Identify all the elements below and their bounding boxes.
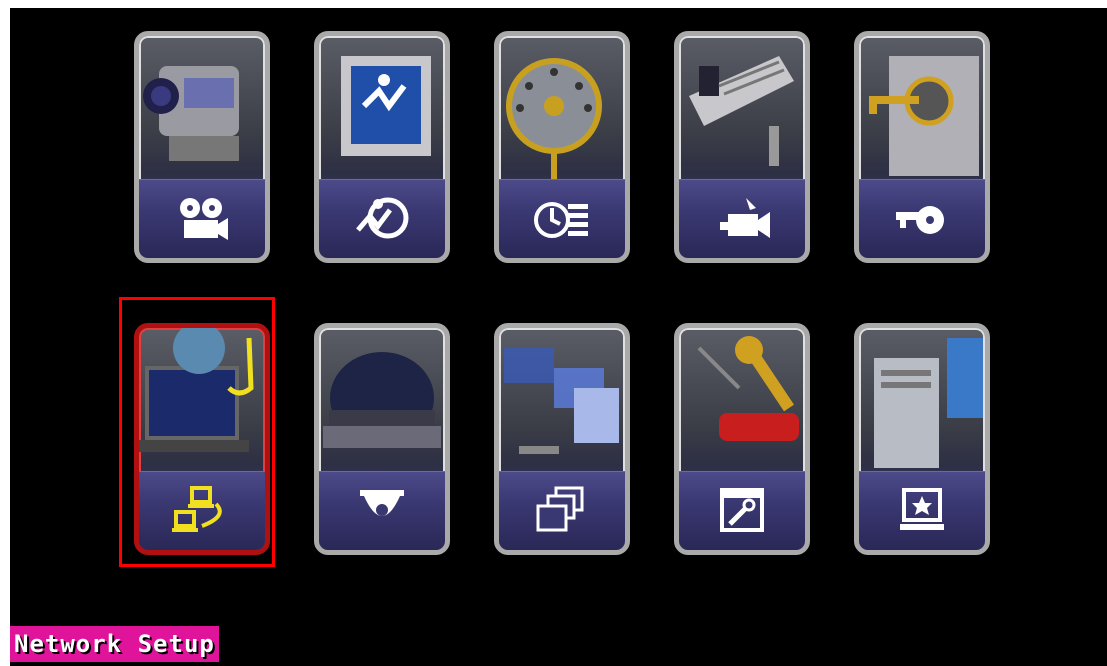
system-monitor-icon [900, 488, 944, 530]
key-icon [896, 206, 944, 234]
tile-system-tools[interactable] [674, 323, 810, 555]
selection-highlight [119, 297, 275, 567]
folders-icon [536, 486, 584, 532]
selected-menu-label: Network Setup [10, 626, 219, 662]
computer-tower-illustration [874, 338, 983, 468]
bullet-camera-illustration [689, 56, 794, 166]
dome-camera-icon [360, 490, 404, 516]
schedule-icon [534, 202, 588, 238]
dome-camera-illustration [323, 352, 441, 448]
tile-schedule[interactable] [494, 31, 630, 263]
windows-stack-illustration [504, 348, 619, 454]
tile-motion-detection[interactable] [314, 31, 450, 263]
tile-password[interactable] [854, 31, 990, 263]
settings-tools-icon [720, 488, 764, 532]
tile-record-setup[interactable] [134, 31, 270, 263]
safe-lock-illustration [869, 56, 979, 176]
video-camera-illustration [143, 66, 239, 161]
tile-ptz-setup[interactable] [314, 323, 450, 555]
clock-dial-illustration [506, 58, 602, 181]
motion-icon [356, 197, 409, 239]
camera-icon [720, 198, 770, 238]
tile-system-info[interactable] [854, 323, 990, 555]
tile-camera-setup[interactable] [674, 31, 810, 263]
tile-file-management[interactable] [494, 323, 630, 555]
tools-illustration [697, 336, 799, 441]
motion-monitor-illustration [341, 56, 431, 156]
film-camera-icon [180, 198, 228, 240]
